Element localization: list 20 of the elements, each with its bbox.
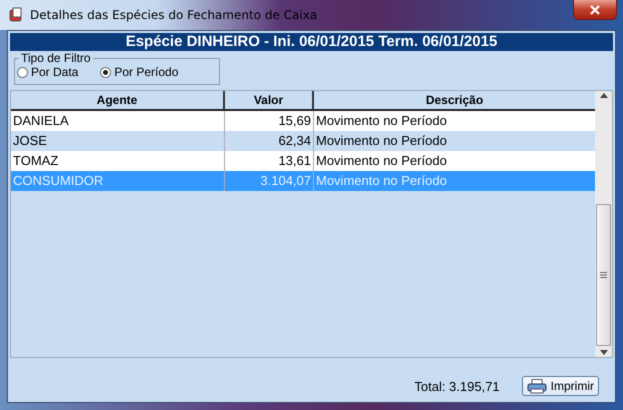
radio-option[interactable]: Por Período — [100, 65, 178, 79]
window-title: Detalhes das Espécies do Fechamento de Caixa — [30, 8, 318, 22]
group-title: Tipo de Filtro — [20, 51, 92, 65]
table-cell-text: Movimento no Período — [315, 152, 448, 170]
table-row[interactable]: TOMAZ 13,61 Movimento no Período — [11, 151, 595, 171]
header-title: Espécie DINHEIRO - Ini. 06/01/2015 Term. 06/01/2015 — [10, 33, 613, 51]
radio-label: Por Período — [114, 65, 178, 79]
total-label: Total: 3.195,71 — [414, 378, 500, 394]
table-cell-text: Movimento no Período — [315, 172, 448, 190]
radio-option[interactable]: Por Data — [17, 65, 78, 79]
column-header[interactable]: Valor — [225, 91, 314, 109]
table-cell: CONSUMIDOR — [11, 171, 225, 191]
table-row[interactable]: DANIELA 15,69 Movimento no Período — [11, 111, 595, 131]
column-header[interactable]: Agente — [11, 91, 225, 109]
table-cell-text: Movimento no Período — [315, 112, 448, 130]
table-cell: 3.104,07 — [225, 171, 314, 191]
radio-label: Por Data — [31, 65, 78, 79]
print-button[interactable]: Imprimir — [522, 376, 599, 396]
column-header[interactable]: Descrição — [314, 91, 595, 109]
table-cell-text: Movimento no Período — [315, 132, 448, 150]
